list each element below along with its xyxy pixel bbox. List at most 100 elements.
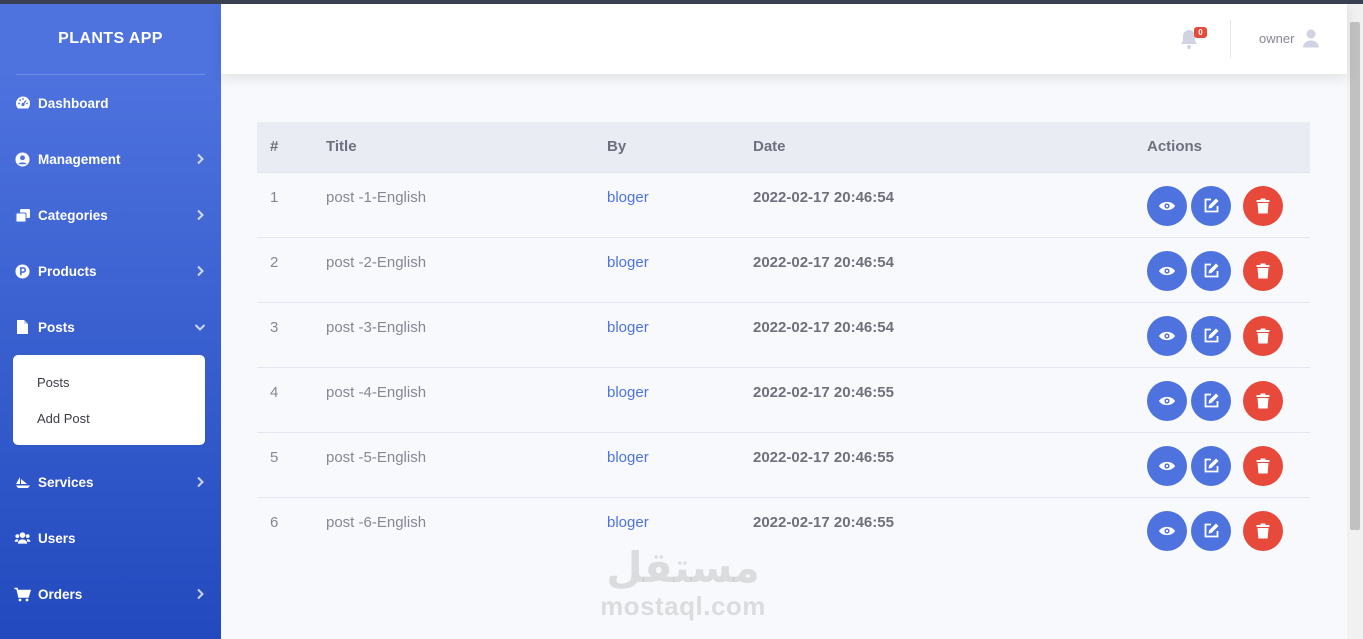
row-title: post -2-English xyxy=(326,237,607,303)
edit-icon xyxy=(1204,328,1218,343)
edit-button[interactable] xyxy=(1191,185,1231,226)
username[interactable]: owner xyxy=(1259,31,1294,46)
table-row: 2 post -2-English bloger 2022-02-17 20:4… xyxy=(257,237,1310,303)
row-author-link[interactable]: bloger xyxy=(607,237,753,303)
sidebar-item-products[interactable]: Products xyxy=(0,243,221,299)
view-button[interactable] xyxy=(1147,250,1187,291)
edit-button[interactable] xyxy=(1191,380,1231,421)
sidebar-item-management[interactable]: Management xyxy=(0,131,221,187)
edit-button[interactable] xyxy=(1191,250,1231,291)
delete-button[interactable] xyxy=(1243,185,1283,226)
notification-badge: 0 xyxy=(1194,27,1207,38)
row-author-link[interactable]: bloger xyxy=(607,302,753,368)
row-title: post -4-English xyxy=(326,367,607,433)
row-author-link[interactable]: bloger xyxy=(607,367,753,433)
watermark: مستقل mostaql.com xyxy=(598,545,768,622)
sidebar-item-label: Management xyxy=(38,151,121,167)
file-icon xyxy=(14,319,31,336)
eye-icon xyxy=(1159,266,1175,275)
delete-button[interactable] xyxy=(1243,315,1283,356)
delete-button[interactable] xyxy=(1243,250,1283,291)
chevron-down-icon xyxy=(194,324,206,331)
window-top-border xyxy=(0,0,1363,4)
row-actions xyxy=(1134,172,1310,238)
delete-button[interactable] xyxy=(1243,380,1283,421)
row-number: 3 xyxy=(257,302,326,368)
row-actions xyxy=(1134,302,1310,368)
row-date: 2022-02-17 20:46:54 xyxy=(753,172,1134,238)
row-title: post -6-English xyxy=(326,513,427,531)
row-date: 2022-02-17 20:46:55 xyxy=(753,367,1134,433)
tachometer-icon xyxy=(14,95,31,112)
sidebar-item-posts[interactable]: Posts xyxy=(0,299,221,355)
table-row: 1 post -1-English bloger 2022-02-17 20:4… xyxy=(257,172,1310,238)
submenu-item-add-post[interactable]: Add Post xyxy=(13,400,205,436)
trash-icon xyxy=(1256,198,1270,213)
sidebar-item-categories[interactable]: Categories xyxy=(0,187,221,243)
chevron-right-icon xyxy=(197,265,204,277)
sidebar: PLANTS APP Dashboard Management Categori… xyxy=(0,4,221,639)
users-icon xyxy=(14,530,31,547)
row-date: 2022-02-17 20:46:54 xyxy=(753,302,1134,368)
table-row: 4 post -4-English bloger 2022-02-17 20:4… xyxy=(257,367,1310,433)
column-header-actions: Actions xyxy=(1134,122,1310,173)
column-header-title: Title xyxy=(326,122,607,173)
product-circle-icon xyxy=(14,263,31,280)
chevron-right-icon xyxy=(197,209,204,221)
sidebar-item-services[interactable]: Services xyxy=(0,454,221,510)
edit-icon xyxy=(1204,263,1218,278)
brand-title[interactable]: PLANTS APP xyxy=(0,4,221,74)
view-button[interactable] xyxy=(1147,185,1187,226)
row-actions xyxy=(1134,367,1310,433)
row-title: post -1-English xyxy=(326,172,607,238)
view-button[interactable] xyxy=(1147,315,1187,356)
eye-icon xyxy=(1159,461,1175,470)
edit-button[interactable] xyxy=(1191,510,1231,551)
submenu-item-posts[interactable]: Posts xyxy=(13,364,205,400)
edit-icon xyxy=(1204,523,1218,538)
row-title: post -5-English xyxy=(326,432,607,498)
topbar: 0 owner xyxy=(221,4,1347,74)
sidebar-item-label: Users xyxy=(38,530,76,546)
sidebar-item-dashboard[interactable]: Dashboard xyxy=(0,75,221,131)
scrollbar-thumb[interactable] xyxy=(1350,22,1360,530)
page-scrollbar[interactable] xyxy=(1347,4,1363,639)
cart-icon xyxy=(14,586,31,603)
sidebar-item-orders[interactable]: Orders xyxy=(0,566,221,622)
row-author-link[interactable]: bloger xyxy=(607,432,753,498)
delete-button[interactable] xyxy=(1243,510,1283,551)
row-actions xyxy=(1134,237,1310,303)
table-row: 5 post -5-English bloger 2022-02-17 20:4… xyxy=(257,432,1310,498)
delete-button[interactable] xyxy=(1243,445,1283,486)
edit-icon xyxy=(1204,458,1218,473)
posts-table: # Title By Date Actions 1 post -1-Englis… xyxy=(257,122,1310,562)
view-button[interactable] xyxy=(1147,445,1187,486)
chevron-right-icon xyxy=(197,153,204,165)
column-header-date: Date xyxy=(753,122,1134,173)
row-actions-group xyxy=(1134,250,1310,291)
user-circle-icon xyxy=(14,151,31,168)
row-date: 2022-02-17 20:46:55 xyxy=(753,432,1134,498)
ship-icon xyxy=(14,474,31,491)
row-number: 5 xyxy=(257,432,326,498)
row-number: 1 xyxy=(257,172,326,238)
table-row: 3 post -3-English bloger 2022-02-17 20:4… xyxy=(257,302,1310,368)
sidebar-item-label: Products xyxy=(38,263,97,279)
sidebar-item-label: Services xyxy=(38,474,94,490)
trash-icon xyxy=(1256,263,1270,278)
row-number: 6 xyxy=(270,513,279,531)
user-avatar-icon[interactable] xyxy=(1302,29,1320,48)
column-header-number: # xyxy=(257,122,326,173)
row-author-link[interactable]: bloger xyxy=(607,172,753,238)
edit-icon xyxy=(1204,198,1218,213)
view-button[interactable] xyxy=(1147,380,1187,421)
view-button[interactable] xyxy=(1147,510,1187,551)
trash-icon xyxy=(1256,523,1270,538)
edit-button[interactable] xyxy=(1191,315,1231,356)
trash-icon xyxy=(1256,458,1270,473)
sidebar-item-label: Orders xyxy=(38,586,83,602)
edit-button[interactable] xyxy=(1191,445,1231,486)
sidebar-item-users[interactable]: Users xyxy=(0,510,221,566)
row-actions-group xyxy=(1134,185,1310,226)
